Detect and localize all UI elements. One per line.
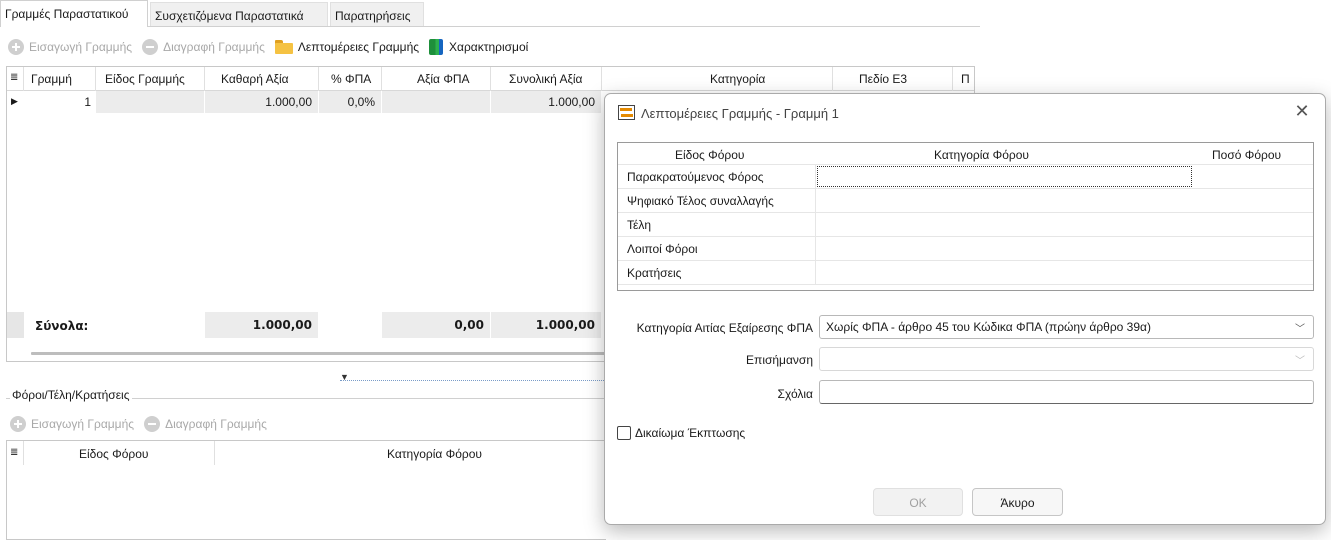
vat-exemption-value: Χωρίς ΦΠΑ - άρθρο 45 του Κώδικα ΦΠΑ (πρώ…: [826, 320, 1151, 334]
note-select[interactable]: ﹀: [819, 347, 1314, 371]
column-header[interactable]: Αξία ΦΠΑ: [417, 72, 470, 86]
table-row[interactable]: Λοιποί Φόροι: [618, 237, 1313, 261]
totals-label: Σύνολα:: [35, 319, 89, 333]
tab-strip: Γραμμές Παραστατικού Συσχετιζόμενα Παρασ…: [0, 0, 980, 27]
table-row[interactable]: Κρατήσεις: [618, 261, 1313, 285]
vat-exemption-label: Κατηγορία Αιτίας Εξαίρεσης ΦΠΑ: [636, 321, 813, 335]
deduction-label[interactable]: Δικαίωμα Έκπτωσης: [635, 426, 745, 440]
tab-label: Συσχετιζόμενα Παραστατικά: [155, 9, 304, 23]
column-header[interactable]: Καθαρή Αξία: [221, 72, 289, 86]
chevron-down-icon: ﹀: [1295, 356, 1305, 367]
ok-button[interactable]: OK: [873, 488, 963, 516]
row-label: Κρατήσεις: [627, 266, 682, 280]
column-header: Ποσό Φόρου: [1212, 148, 1282, 162]
delete-tax-line-label: Διαγραφή Γραμμής: [165, 417, 267, 431]
table-row[interactable]: Παρακρατούμενος Φόρος: [618, 165, 1313, 189]
deduction-checkbox[interactable]: [617, 426, 631, 440]
chevron-down-icon: ﹀: [1295, 324, 1305, 335]
remove-circle-icon: [142, 39, 159, 55]
taxes-toolbar: Εισαγωγή Γραμμής Διαγραφή Γραμμής: [10, 416, 277, 432]
column-header: Κατηγορία Φόρου: [934, 148, 1029, 162]
insert-tax-line-button[interactable]: Εισαγωγή Γραμμής: [10, 416, 134, 432]
line-details-dialog: Λεπτομέρειες Γραμμής - Γραμμή 1 ✕ Είδος …: [604, 93, 1326, 525]
tax-category-cell[interactable]: [817, 166, 1192, 187]
insert-line-label: Εισαγωγή Γραμμής: [29, 40, 133, 54]
chevron-down-icon[interactable]: ▼: [340, 372, 349, 382]
delete-tax-line-button[interactable]: Διαγραφή Γραμμής: [144, 416, 267, 432]
line-details-button[interactable]: Λεπτομέρειες Γραμμής: [274, 40, 420, 54]
column-header[interactable]: Γραμμή: [31, 72, 72, 86]
column-header[interactable]: Πεδίο Ε3: [859, 72, 907, 86]
attributes-label: Χαρακτηρισμοί: [449, 40, 529, 54]
insert-line-button[interactable]: Εισαγωγή Γραμμής: [8, 39, 132, 55]
row-indicator-icon: ▶: [11, 96, 18, 106]
attributes-button[interactable]: Χαρακτηρισμοί: [429, 39, 528, 55]
line-details-label: Λεπτομέρειες Γραμμής: [297, 40, 420, 54]
tax-grid-header: Είδος Φόρου Κατηγορία Φόρου Ποσό Φόρου: [618, 143, 1313, 165]
delete-line-button[interactable]: Διαγραφή Γραμμής: [142, 39, 265, 55]
tab-label: Γραμμές Παραστατικού: [5, 7, 129, 21]
vat-exemption-select[interactable]: Χωρίς ΦΠΑ - άρθρο 45 του Κώδικα ΦΠΑ (πρώ…: [819, 315, 1314, 339]
dialog-title: Λεπτομέρειες Γραμμής - Γραμμή 1: [641, 106, 839, 121]
column-chooser-icon[interactable]: ≣: [10, 72, 18, 83]
folder-icon: [274, 40, 293, 54]
row-label: Τέλη: [627, 218, 652, 232]
comments-label: Σχόλια: [777, 387, 813, 401]
column-header[interactable]: Είδος Φόρου: [79, 447, 148, 461]
column-header: Είδος Φόρου: [675, 148, 745, 162]
tab-document-lines[interactable]: Γραμμές Παραστατικού: [0, 0, 148, 27]
taxes-legend: Φόροι/Τέλη/Κρατήσεις: [10, 388, 132, 402]
row-label: Παρακρατούμενος Φόρος: [627, 170, 764, 184]
row-label: Ψηφιακό Τέλος συναλλαγής: [627, 194, 774, 208]
book-icon: [429, 39, 444, 55]
tab-label: Παρατηρήσεις: [335, 9, 411, 23]
cell-vat-pct[interactable]: 0,0%: [319, 91, 381, 113]
column-chooser-icon[interactable]: ≣: [10, 447, 18, 458]
delete-line-label: Διαγραφή Γραμμής: [163, 40, 265, 54]
add-circle-icon: [10, 416, 26, 432]
cell-line[interactable]: 1: [24, 91, 95, 113]
column-header[interactable]: Κατηγορία: [710, 72, 765, 86]
note-label: Επισήμανση: [746, 353, 813, 367]
cancel-button[interactable]: Άκυρο: [972, 488, 1063, 516]
remove-circle-icon: [144, 416, 161, 432]
tab-related-documents[interactable]: Συσχετιζόμενα Παραστατικά: [150, 2, 328, 26]
splitter-handle[interactable]: [340, 374, 610, 381]
lines-toolbar: Εισαγωγή Γραμμής Διαγραφή Γραμμής Λεπτομ…: [8, 36, 538, 58]
column-header[interactable]: % ΦΠΑ: [331, 72, 371, 86]
column-header[interactable]: Κατηγορία Φόρου: [387, 447, 482, 461]
cell-total[interactable]: 1.000,00: [491, 91, 601, 113]
table-row[interactable]: Ψηφιακό Τέλος συναλλαγής: [618, 189, 1313, 213]
row-label: Λοιποί Φόροι: [627, 242, 698, 256]
horizontal-scrollbar[interactable]: [31, 352, 621, 355]
column-header[interactable]: Συνολική Αξία: [509, 72, 582, 86]
total-vat: 0,00: [382, 312, 490, 338]
swap-arrows-icon: [618, 105, 635, 120]
column-header[interactable]: Π: [961, 72, 970, 86]
total-amount: 1.000,00: [491, 312, 601, 338]
lines-grid-header: ≣ Γραμμή Είδος Γραμμής Καθαρή Αξία % ΦΠΑ…: [7, 67, 974, 91]
taxes-grid[interactable]: ≣ Είδος Φόρου Κατηγορία Φόρου: [6, 440, 606, 540]
cell-vat[interactable]: [382, 91, 490, 113]
insert-tax-line-label: Εισαγωγή Γραμμής: [31, 417, 135, 431]
tax-details-grid[interactable]: Είδος Φόρου Κατηγορία Φόρου Ποσό Φόρου Π…: [617, 142, 1314, 291]
total-net: 1.000,00: [205, 312, 318, 338]
cell-net[interactable]: 1.000,00: [205, 91, 318, 113]
comments-input[interactable]: [819, 380, 1314, 404]
add-circle-icon: [8, 39, 24, 55]
close-icon[interactable]: ✕: [1291, 100, 1313, 122]
table-row[interactable]: Τέλη: [618, 213, 1313, 237]
tab-notes[interactable]: Παρατηρήσεις: [330, 2, 424, 26]
column-header[interactable]: Είδος Γραμμής: [105, 72, 185, 86]
cell-type[interactable]: [96, 91, 204, 113]
